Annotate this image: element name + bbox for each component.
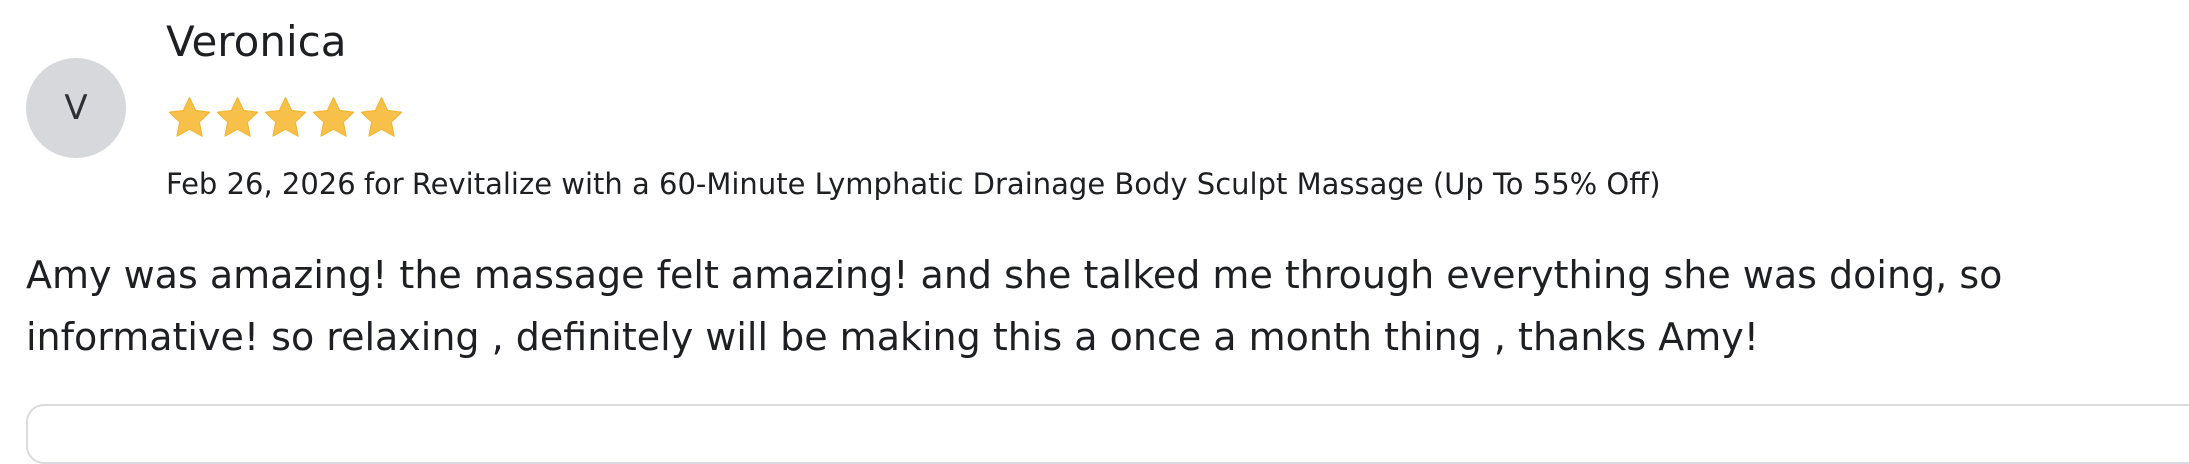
review-meta: Feb 26, 2026 for Revitalize with a 60-Minu… [166,164,1661,204]
avatar: V [26,58,126,158]
avatar-initial: V [64,88,88,128]
star-icon [262,94,309,141]
star-icon [358,94,405,141]
star-icon [214,94,261,141]
star-icon [166,94,213,141]
for-label: for [363,167,404,201]
star-rating [166,94,405,144]
deal-title: Revitalize with a 60-Minute Lymphatic Dr… [411,167,1661,201]
review-text: Amy was amazing! the massage felt amazin… [26,253,2003,359]
next-review-card [26,404,2189,464]
star-icon [310,94,357,141]
reviewer-name: Veronica [166,17,347,66]
review-card: V Veronica Feb 26, 2026 for Revitalize wit… [0,0,2189,464]
review-date: Feb 26, 2026 [166,167,356,201]
